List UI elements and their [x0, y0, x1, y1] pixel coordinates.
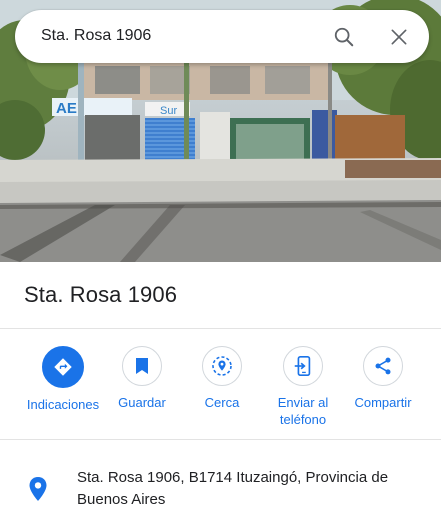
share-circle — [363, 346, 403, 386]
search-button[interactable] — [329, 22, 359, 52]
nearby-circle — [202, 346, 242, 386]
save-circle — [122, 346, 162, 386]
directions-label: Indicaciones — [26, 397, 100, 412]
nearby-button[interactable]: Cerca — [182, 346, 262, 411]
directions-icon — [54, 358, 72, 376]
save-label: Guardar — [118, 395, 166, 410]
search-icon — [334, 27, 354, 47]
send-to-phone-label: Enviar al teléfono — [277, 395, 329, 427]
sign-sur: Sur — [160, 105, 177, 117]
nearby-label: Cerca — [204, 395, 240, 410]
close-icon — [391, 29, 407, 45]
address-row[interactable]: Sta. Rosa 1906, B1714 Ituzaingó, Provinc… — [0, 462, 441, 518]
sign-ae: AE — [56, 100, 77, 117]
location-pin-icon — [29, 477, 47, 501]
bookmark-icon — [136, 358, 148, 374]
divider — [0, 328, 441, 329]
send-to-phone-button[interactable]: Enviar al teléfono — [263, 346, 343, 428]
place-title: Sta. Rosa 1906 — [24, 282, 178, 307]
divider — [0, 439, 441, 440]
search-bar — [15, 10, 429, 63]
save-button[interactable]: Guardar — [102, 346, 182, 411]
directions-circle — [42, 346, 84, 388]
share-button[interactable]: Compartir — [343, 346, 423, 411]
share-icon — [375, 357, 391, 375]
send-to-phone-circle — [283, 346, 323, 386]
address-text: Sta. Rosa 1906, B1714 Ituzaingó, Provinc… — [77, 469, 389, 508]
nearby-icon — [212, 356, 232, 376]
share-label: Compartir — [354, 395, 412, 410]
clear-search-button[interactable] — [384, 22, 414, 52]
search-input[interactable] — [41, 23, 321, 49]
send-to-phone-icon — [294, 356, 311, 376]
directions-button[interactable]: Indicaciones — [23, 346, 103, 413]
